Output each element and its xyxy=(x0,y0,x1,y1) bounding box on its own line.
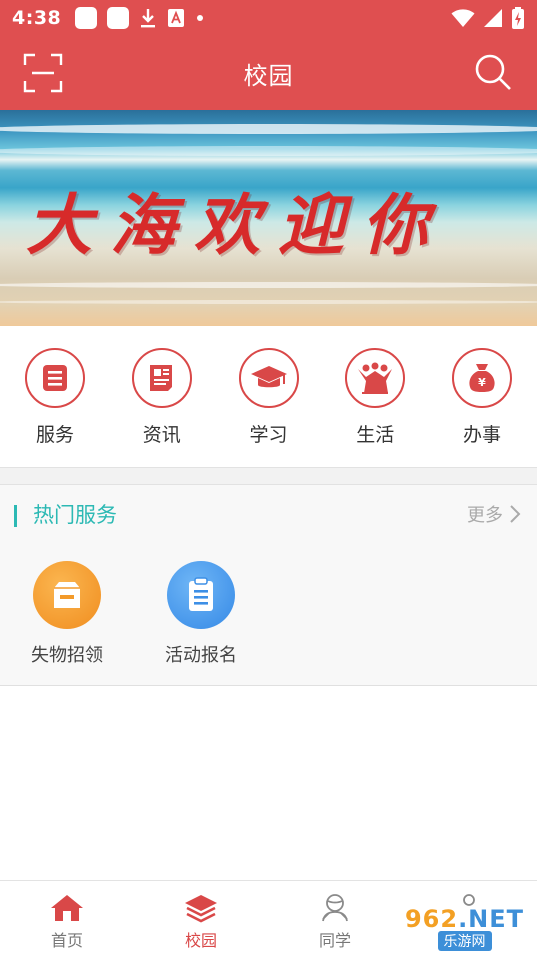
category-ring xyxy=(345,348,406,408)
layers-icon xyxy=(185,895,217,923)
notification-icons xyxy=(75,7,205,29)
tab-campus[interactable]: 校园 xyxy=(134,881,268,956)
banner[interactable]: 大海欢迎你 xyxy=(0,110,537,326)
tab-home[interactable]: 首页 xyxy=(0,881,134,956)
tab-label: 同学 xyxy=(318,931,351,950)
service-event-signup[interactable]: 活动报名 xyxy=(151,561,251,667)
banner-wave xyxy=(0,146,537,156)
search-icon xyxy=(475,54,511,90)
watermark-logo: 962.NET xyxy=(404,905,525,933)
category-ring xyxy=(25,348,85,408)
category-ring xyxy=(238,348,299,408)
category-news[interactable]: 资讯 xyxy=(131,348,193,467)
box-icon xyxy=(54,582,80,608)
service-bubble xyxy=(33,561,101,629)
banner-wave xyxy=(0,124,537,134)
category-study[interactable]: 学习 xyxy=(238,348,300,467)
people-icon xyxy=(358,362,393,394)
watermark: 962.NET 乐游网 xyxy=(398,904,531,952)
clipboard-icon xyxy=(189,577,213,611)
service-bubble xyxy=(167,561,235,629)
tab-label: 首页 xyxy=(50,931,83,950)
status-time: 4:38 xyxy=(12,7,62,29)
section-divider xyxy=(0,468,537,484)
category-label: 资讯 xyxy=(142,424,181,446)
watermark-subtitle: 乐游网 xyxy=(437,931,492,951)
hot-services-section: 热门服务 更多 失物招领 活动报名 xyxy=(0,484,537,686)
category-grid: 服务 资讯 学习 生活 ¥ 办事 xyxy=(0,326,537,468)
category-label: 生活 xyxy=(356,424,395,446)
battery-icon xyxy=(512,7,524,29)
category-affairs[interactable]: ¥ 办事 xyxy=(451,348,513,467)
category-ring: ¥ xyxy=(452,348,512,408)
scan-icon xyxy=(23,53,63,93)
more-label: 更多 xyxy=(467,505,503,526)
banner-text: 大海欢迎你 xyxy=(26,186,446,264)
font-icon xyxy=(168,9,185,27)
category-label: 办事 xyxy=(462,424,501,446)
app-bar: 校园 xyxy=(0,36,537,110)
service-label: 失物招领 xyxy=(31,645,103,666)
search-button[interactable] xyxy=(473,52,513,92)
wifi-icon xyxy=(451,9,475,27)
banner-wave xyxy=(0,282,537,288)
svg-text:¥: ¥ xyxy=(478,376,486,389)
tab-label: 校园 xyxy=(184,931,217,950)
classmates-icon xyxy=(322,894,348,922)
scan-button[interactable] xyxy=(22,52,64,94)
download-icon xyxy=(141,9,156,28)
category-ring xyxy=(131,348,192,408)
more-link[interactable]: 更多 xyxy=(467,501,521,527)
category-life[interactable]: 生活 xyxy=(344,348,406,467)
service-lost-and-found[interactable]: 失物招领 xyxy=(17,561,117,667)
category-label: 学习 xyxy=(249,424,288,446)
category-service[interactable]: 服务 xyxy=(24,348,86,467)
tab-classmates[interactable]: 同学 xyxy=(268,881,402,956)
banner-wave xyxy=(0,300,537,304)
notification-app-icon xyxy=(107,7,130,29)
newspaper-icon xyxy=(149,365,172,391)
home-icon xyxy=(51,895,83,921)
dot-icon xyxy=(197,15,204,21)
graduation-cap-icon xyxy=(250,366,287,388)
page-title: 校园 xyxy=(243,61,294,90)
money-bag-icon: ¥ xyxy=(469,364,495,392)
status-bar: 4:38 xyxy=(0,0,537,36)
service-label: 活动报名 xyxy=(165,645,237,666)
category-label: 服务 xyxy=(35,424,74,446)
list-icon xyxy=(43,365,67,391)
section-title: 热门服务 xyxy=(33,503,117,527)
notification-app-icon xyxy=(75,7,98,29)
chevron-right-icon xyxy=(510,505,521,523)
section-accent-bar xyxy=(14,505,17,527)
signal-icon xyxy=(484,9,502,27)
